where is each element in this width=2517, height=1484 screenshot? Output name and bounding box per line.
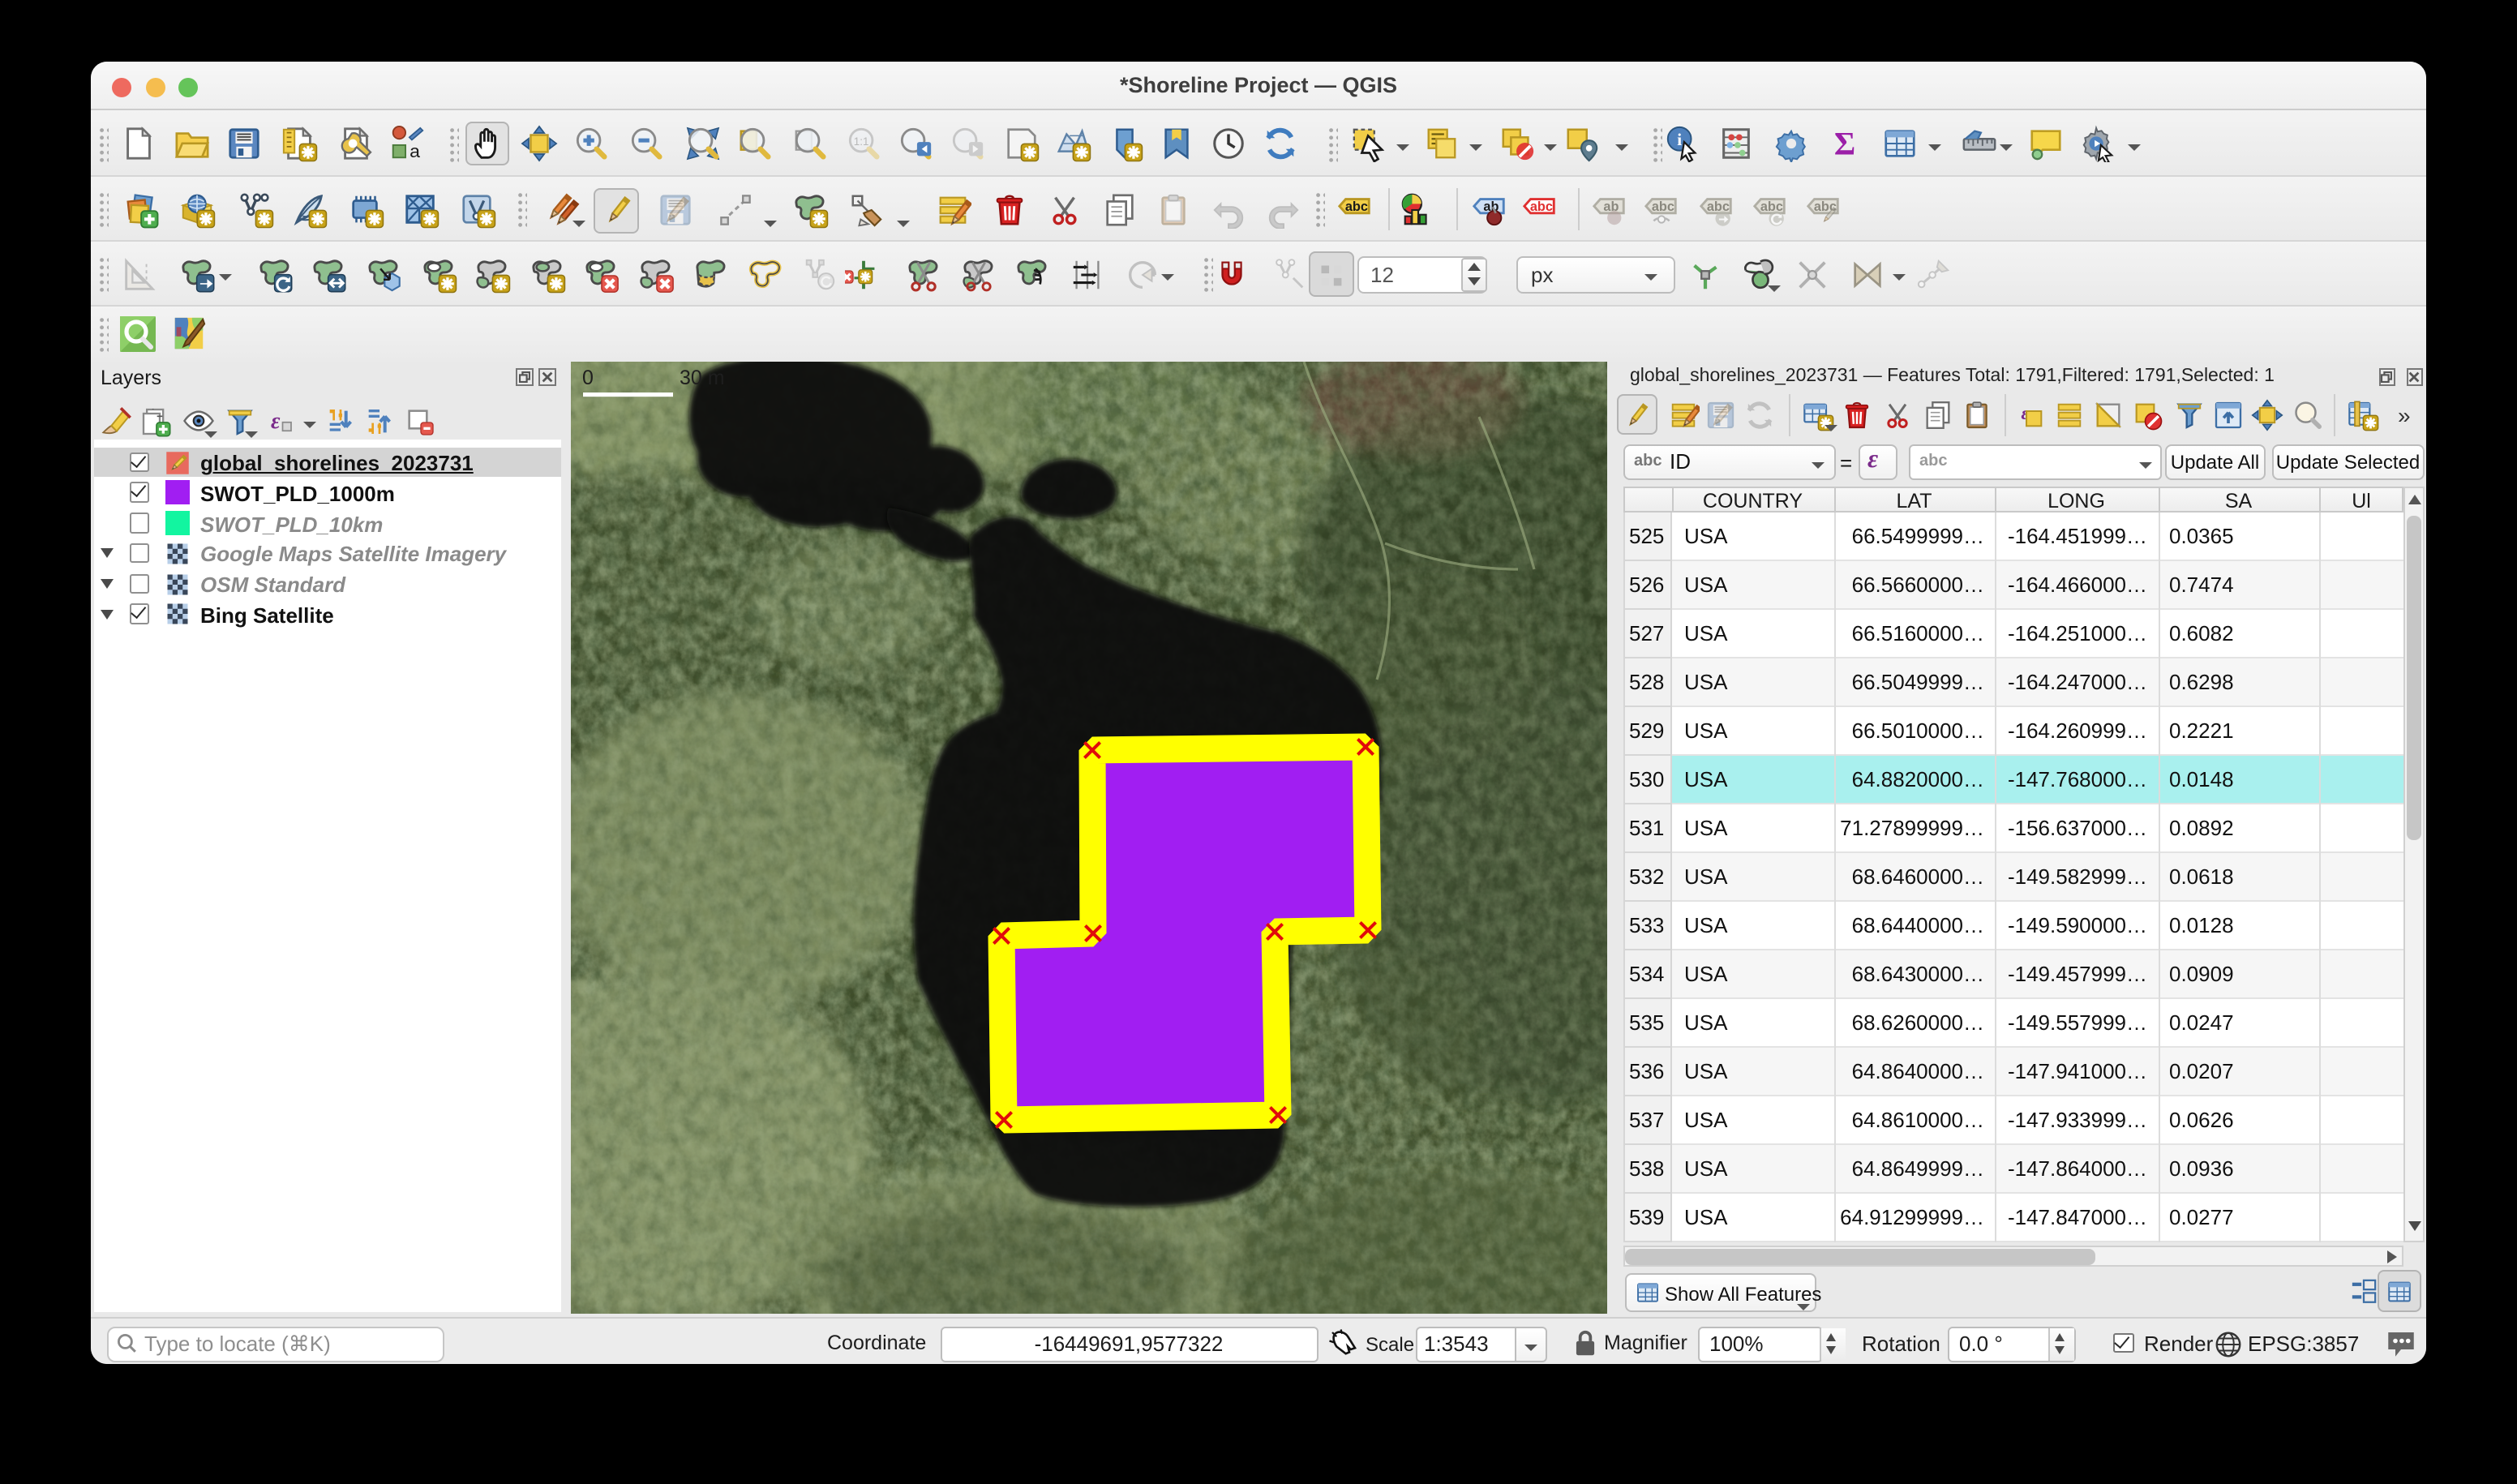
svg-text:1:1: 1:1: [854, 135, 869, 148]
svg-text:abc: abc: [1345, 199, 1368, 213]
svg-text:0: 0: [581, 367, 593, 389]
svg-text:i: i: [1676, 130, 1681, 149]
svg-text:Σ: Σ: [1834, 125, 1855, 161]
svg-text:ε: ε: [271, 409, 281, 434]
svg-text:30 m: 30 m: [679, 367, 724, 389]
svg-text:abc: abc: [1652, 199, 1674, 213]
svg-text:a: a: [409, 140, 419, 161]
svg-text:abc: abc: [1530, 199, 1553, 213]
